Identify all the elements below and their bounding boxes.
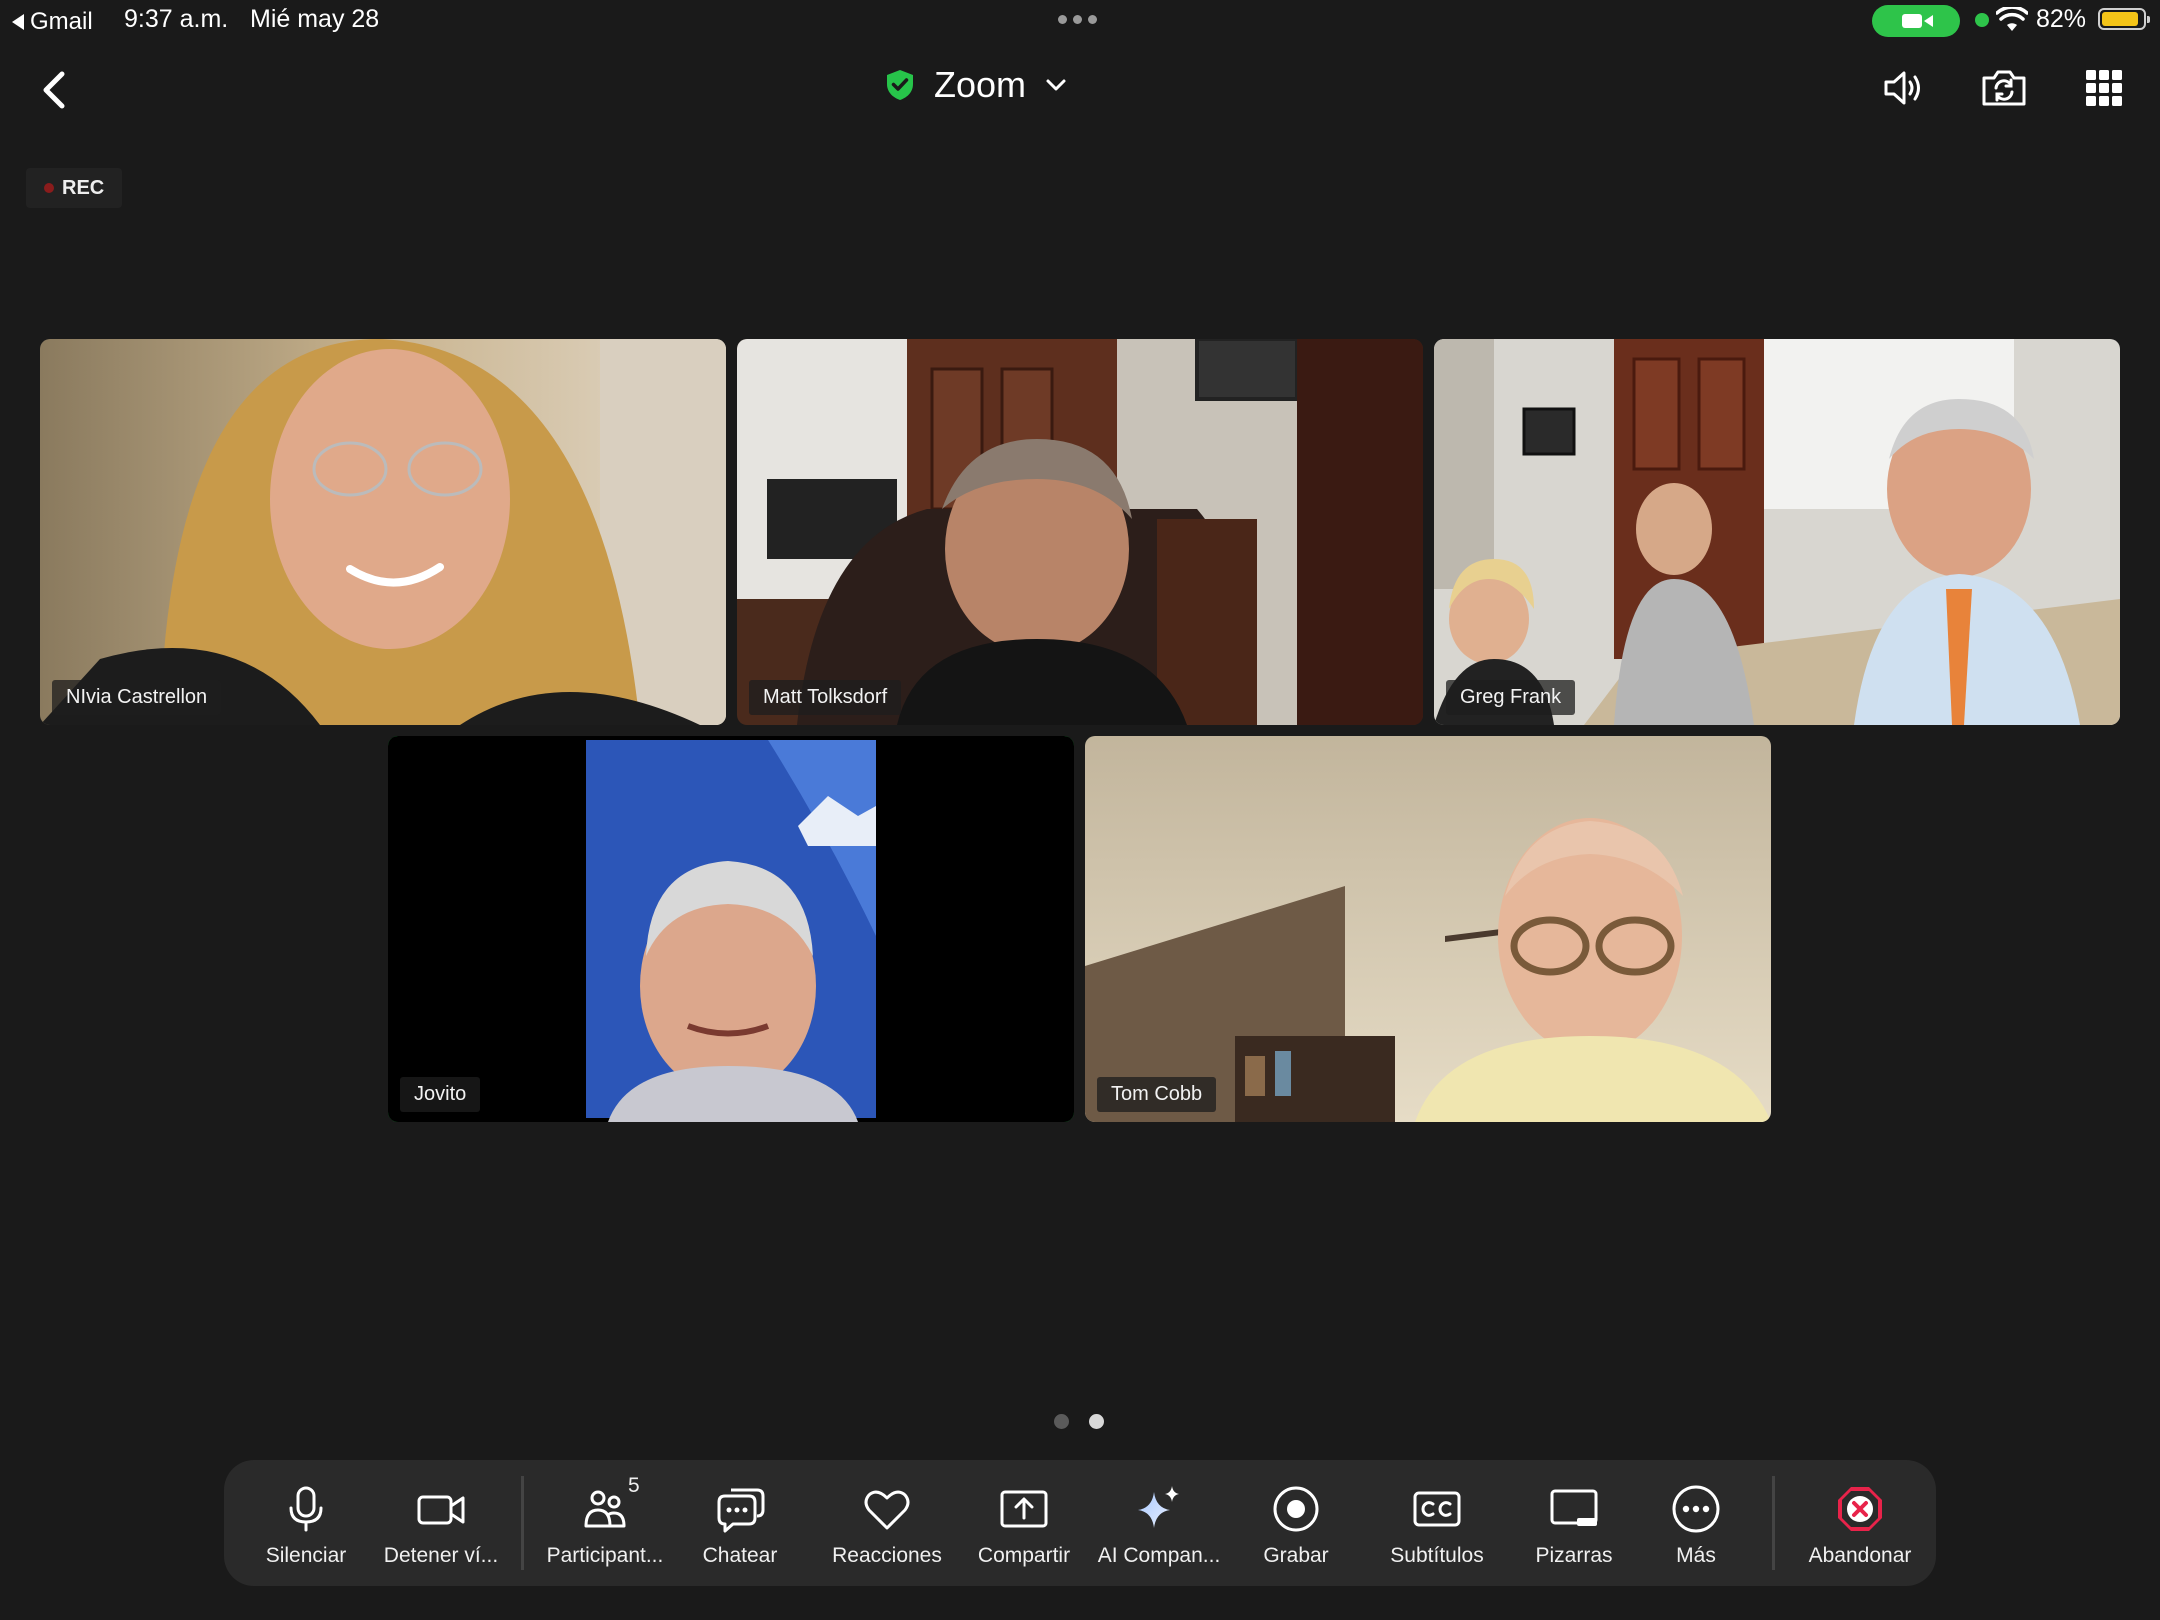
captions-label: Subtítulos <box>1390 1544 1484 1567</box>
status-time: 9:37 a.m. <box>124 5 229 33</box>
record-button[interactable]: Grabar <box>1236 1460 1356 1586</box>
video-tile[interactable]: Matt Tolksdorf <box>737 339 1423 725</box>
participant-name: Jovito <box>400 1077 481 1112</box>
mute-button[interactable]: Silenciar <box>246 1460 366 1586</box>
recording-indicator[interactable]: REC <box>26 168 122 208</box>
grid-view-icon[interactable] <box>2076 60 2132 116</box>
record-dot-icon <box>44 183 54 193</box>
participant-video <box>388 736 1074 1122</box>
page-dot[interactable] <box>1054 1414 1069 1429</box>
participant-name: NIvia Castrellon <box>52 680 222 715</box>
video-tile[interactable]: Tom Cobb <box>1085 736 1771 1122</box>
video-tile[interactable]: Greg Frank <box>1434 339 2120 725</box>
participants-button[interactable]: 5 Participant... <box>530 1460 680 1586</box>
toolbar-divider <box>1772 1476 1775 1570</box>
chat-icon <box>717 1488 765 1533</box>
whiteboard-icon <box>1550 1489 1598 1526</box>
header-actions <box>1876 60 2132 116</box>
heart-icon <box>864 1490 910 1530</box>
participants-icon <box>584 1490 626 1528</box>
share-button[interactable]: Compartir <box>949 1460 1099 1586</box>
share-screen-icon <box>1000 1490 1048 1528</box>
back-triangle-icon <box>12 14 24 30</box>
video-camera-icon <box>417 1495 465 1525</box>
ai-companion-button[interactable]: AI Compan... <box>1084 1460 1234 1586</box>
status-date: Mié may 28 <box>250 5 380 33</box>
chat-label: Chatear <box>702 1544 778 1567</box>
participant-name: Tom Cobb <box>1097 1077 1217 1112</box>
whiteboards-button[interactable]: Pizarras <box>1499 1460 1649 1586</box>
video-camera-icon <box>1902 14 1922 28</box>
ai-sparkle-icon <box>1138 1486 1179 1528</box>
meeting-title-button[interactable]: Zoom <box>884 64 1068 106</box>
speaker-icon[interactable] <box>1876 60 1932 116</box>
status-bar: Gmail 9:37 a.m. Mié may 28 82% <box>0 0 2160 42</box>
gallery-pagination[interactable] <box>1054 1414 1104 1429</box>
meeting-toolbar: Silenciar Detener ví... 5 Participant...… <box>224 1460 1936 1586</box>
shield-check-icon <box>887 70 913 100</box>
leave-label: Abandonar <box>1808 1544 1912 1567</box>
video-tile[interactable]: NIvia Castrellon <box>40 339 726 725</box>
toolbar-divider <box>521 1476 524 1570</box>
chevron-down-icon <box>1046 79 1066 91</box>
battery-icon <box>2098 8 2150 30</box>
record-icon <box>1273 1486 1319 1532</box>
participant-video <box>1434 339 2120 725</box>
leave-hexagon-icon <box>1838 1487 1882 1531</box>
chat-button[interactable]: Chatear <box>680 1460 800 1586</box>
participant-video <box>737 339 1423 725</box>
more-dots-icon <box>1672 1485 1720 1533</box>
share-label: Compartir <box>977 1544 1071 1567</box>
video-tile-active-speaker[interactable]: Jovito <box>388 736 1074 1122</box>
wifi-icon <box>1996 7 2028 31</box>
stop-video-button[interactable]: Detener ví... <box>366 1460 516 1586</box>
ai-companion-label: AI Compan... <box>1097 1544 1221 1567</box>
reactions-button[interactable]: Reacciones <box>807 1460 967 1586</box>
recording-label: REC <box>62 176 105 199</box>
record-label: Grabar <box>1263 1544 1329 1567</box>
back-app-label: Gmail <box>30 8 93 35</box>
multitasking-dots-icon[interactable] <box>1058 15 1097 24</box>
switch-camera-icon[interactable] <box>1976 60 2032 116</box>
participant-name: Matt Tolksdorf <box>749 680 902 715</box>
leave-button[interactable]: Abandonar <box>1790 1460 1930 1586</box>
back-chevron-icon[interactable] <box>28 60 88 120</box>
captions-button[interactable]: Subtítulos <box>1362 1460 1512 1586</box>
participants-count: 5 <box>628 1474 640 1497</box>
back-to-app[interactable]: Gmail <box>12 8 93 36</box>
closed-captions-icon <box>1413 1491 1461 1527</box>
meeting-header: Zoom <box>0 42 2160 152</box>
privacy-indicator-dot <box>1975 13 1989 27</box>
page-dot-current[interactable] <box>1089 1414 1104 1429</box>
more-button[interactable]: Más <box>1636 1460 1756 1586</box>
participant-name: Greg Frank <box>1446 680 1576 715</box>
reactions-label: Reacciones <box>832 1544 942 1567</box>
mute-label: Silenciar <box>265 1544 347 1567</box>
meeting-title: Zoom <box>934 64 1027 105</box>
whiteboards-label: Pizarras <box>1535 1544 1613 1567</box>
microphone-icon <box>289 1486 323 1532</box>
participant-video <box>1085 736 1771 1122</box>
stop-video-label: Detener ví... <box>383 1544 499 1567</box>
battery-percent: 82% <box>2036 5 2087 33</box>
more-label: Más <box>1676 1544 1716 1567</box>
participant-video <box>40 339 726 725</box>
camera-in-use-indicator <box>1872 5 1960 37</box>
participants-label: Participant... <box>546 1544 664 1567</box>
